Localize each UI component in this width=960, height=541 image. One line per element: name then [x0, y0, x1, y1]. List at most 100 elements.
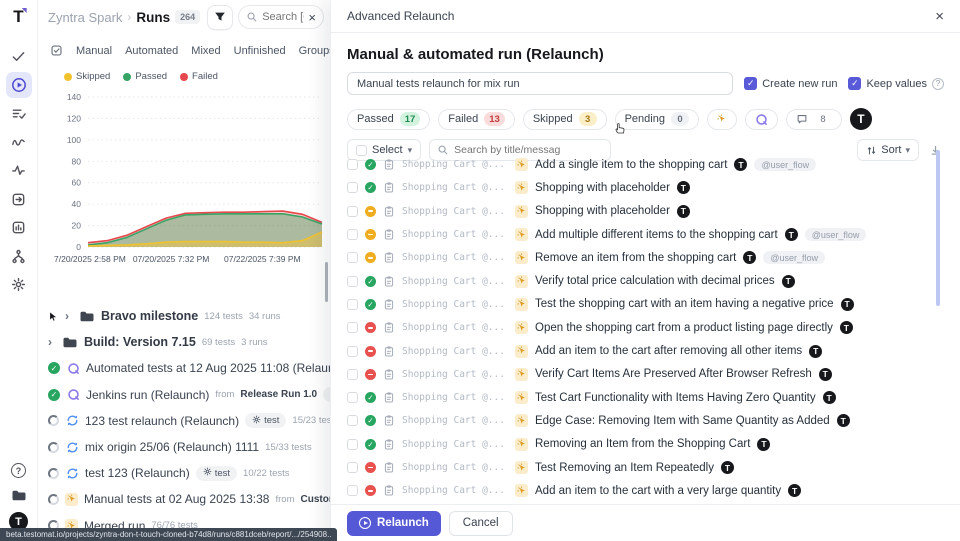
multi-select-icon [50, 44, 63, 57]
help-icon[interactable]: ? [11, 463, 26, 478]
rail-item-analytics[interactable] [6, 158, 32, 184]
chip-passed[interactable]: Passed17 [347, 109, 430, 130]
run-list-item[interactable]: mix origin 25/06 (Relaunch) 111115/33 te… [38, 434, 330, 460]
test-row[interactable]: Shopping Cart @...Shopping with placehol… [347, 200, 948, 223]
test-row[interactable]: Shopping Cart @...Remove an item from th… [347, 246, 948, 269]
chip-comments-filter[interactable]: 8 [786, 109, 842, 130]
clipboard-icon [383, 321, 395, 334]
rail-item-settings[interactable] [6, 272, 32, 298]
advanced-relaunch-modal: Advanced Relaunch × Manual & automated r… [330, 0, 960, 541]
chip-failed[interactable]: Failed13 [438, 109, 515, 130]
projects-icon[interactable] [11, 487, 27, 503]
run-title-input[interactable] [347, 72, 733, 95]
svg-text:07/20/2025 7:32 PM: 07/20/2025 7:32 PM [133, 254, 210, 264]
help-icon[interactable]: ? [932, 78, 944, 90]
tab-automated[interactable]: Automated [125, 45, 178, 57]
row-checkbox[interactable] [347, 462, 358, 473]
test-group: Shopping Cart @... [402, 159, 508, 170]
rail-item-pulse[interactable] [6, 129, 32, 155]
panel-scrollbar[interactable] [325, 262, 328, 302]
keep-values-checkbox[interactable]: ✓ Keep values ? [848, 77, 944, 90]
tab-mixed[interactable]: Mixed [191, 45, 220, 57]
chip-skipped[interactable]: Skipped3 [523, 109, 607, 130]
test-row[interactable]: ✓Shopping Cart @...Shopping with placeho… [347, 176, 948, 199]
row-checkbox[interactable] [347, 485, 358, 496]
breadcrumb-project[interactable]: Zyntra Spark [48, 10, 122, 25]
runs-search-input[interactable] [262, 11, 304, 23]
user-flow-tag: @user_flow [805, 228, 867, 241]
close-icon[interactable]: × [935, 9, 944, 24]
test-list-scrollbar[interactable] [936, 150, 940, 306]
manual-test-icon [515, 158, 528, 171]
rail-item-tests[interactable] [6, 44, 32, 70]
rail-item-branches[interactable] [6, 243, 32, 269]
test-row[interactable]: Shopping Cart @...Open the shopping cart… [347, 316, 948, 339]
test-row[interactable]: ✓Shopping Cart @...Test the shopping car… [347, 293, 948, 316]
test-row[interactable]: Shopping Cart @...Add an item to the car… [347, 479, 948, 502]
svg-text:120: 120 [67, 113, 81, 123]
test-row[interactable]: Shopping Cart @...Add an item to the car… [347, 339, 948, 362]
run-list-item[interactable]: test 123 (Relaunch)test10/22 tests [38, 460, 330, 486]
row-checkbox[interactable] [347, 322, 358, 333]
chip-pending[interactable]: Pending0 [615, 109, 699, 130]
run-list-item[interactable]: Manual tests at 02 Aug 2025 13:38fromCus… [38, 486, 330, 512]
chip-manual-filter[interactable] [707, 109, 737, 130]
run-list-folder[interactable]: ›Bravo milestone124 tests34 runs [38, 303, 330, 329]
row-checkbox[interactable] [347, 159, 358, 170]
create-new-run-checkbox[interactable]: ✓ Create new run [744, 77, 837, 90]
clipboard-icon [383, 228, 395, 241]
cancel-button[interactable]: Cancel [449, 511, 513, 536]
test-title: Add an item to the cart with a very larg… [535, 485, 781, 497]
test-row[interactable]: Shopping Cart @...Verify Cart Items Are … [347, 363, 948, 386]
runs-search[interactable]: × [238, 5, 324, 29]
owner-avatar: T [721, 461, 734, 474]
test-row[interactable]: ✓Shopping Cart @...Verify total price ca… [347, 269, 948, 292]
legend-passed: Passed [123, 71, 167, 82]
row-checkbox[interactable] [347, 439, 358, 450]
test-row[interactable]: ✓Shopping Cart @...Add a single item to … [347, 153, 948, 176]
row-checkbox[interactable] [347, 299, 358, 310]
modal-title: Manual & automated run (Relaunch) [347, 46, 944, 63]
tab-manual[interactable]: Manual [76, 45, 112, 57]
row-checkbox[interactable] [347, 252, 358, 263]
tab-groups[interactable]: Groups [299, 45, 330, 57]
owner-avatar: T [782, 275, 795, 288]
in-progress-status-icon [48, 415, 59, 426]
row-checkbox[interactable] [347, 182, 358, 193]
status-bar: beta.testomat.io/projects/zyntra-don-t-t… [0, 528, 337, 541]
app-logo[interactable]: T [13, 8, 23, 25]
row-checkbox[interactable] [347, 206, 358, 217]
folder-icon [79, 308, 95, 324]
assignee-avatar[interactable]: T [850, 108, 872, 130]
rail-item-test-plans[interactable] [6, 101, 32, 127]
row-checkbox[interactable] [347, 229, 358, 240]
row-checkbox[interactable] [347, 369, 358, 380]
run-list-folder[interactable]: ›Build: Version 7.1569 tests3 runs [38, 329, 330, 355]
clear-search-icon[interactable]: × [308, 11, 316, 24]
tab-unfinished[interactable]: Unfinished [234, 45, 286, 57]
chevron-right-icon[interactable]: › [48, 335, 56, 349]
rail-item-reports[interactable] [6, 215, 32, 241]
row-checkbox[interactable] [347, 392, 358, 403]
svg-text:40: 40 [72, 199, 82, 209]
passed-status-icon: ✓ [48, 362, 60, 374]
relaunch-button[interactable]: Relaunch [347, 511, 441, 536]
test-row[interactable]: Shopping Cart @...Add multiple different… [347, 223, 948, 246]
run-list-item[interactable]: ✓Automated tests at 12 Aug 2025 11:08 (R… [38, 355, 330, 381]
clipboard-icon [383, 368, 395, 381]
test-group: Shopping Cart @... [402, 369, 508, 380]
run-list-item[interactable]: 123 test relaunch (Relaunch)test15/23 te… [38, 408, 330, 434]
rail-item-runs[interactable] [6, 72, 32, 98]
row-checkbox[interactable] [347, 415, 358, 426]
chip-automated-filter[interactable] [745, 109, 778, 130]
test-row[interactable]: ✓Shopping Cart @...Edge Case: Removing I… [347, 409, 948, 432]
test-row[interactable]: Shopping Cart @...Test Removing an Item … [347, 456, 948, 479]
filter-button[interactable] [207, 5, 233, 30]
chevron-right-icon[interactable]: › [65, 309, 73, 323]
row-checkbox[interactable] [347, 276, 358, 287]
run-list-item[interactable]: ✓Jenkins run (Relaunch)fromRelease Run 1… [38, 382, 330, 408]
row-checkbox[interactable] [347, 346, 358, 357]
test-row[interactable]: ✓Shopping Cart @...Removing an Item from… [347, 433, 948, 456]
test-row[interactable]: ✓Shopping Cart @...Test Cart Functionali… [347, 386, 948, 409]
rail-item-import[interactable] [6, 186, 32, 212]
